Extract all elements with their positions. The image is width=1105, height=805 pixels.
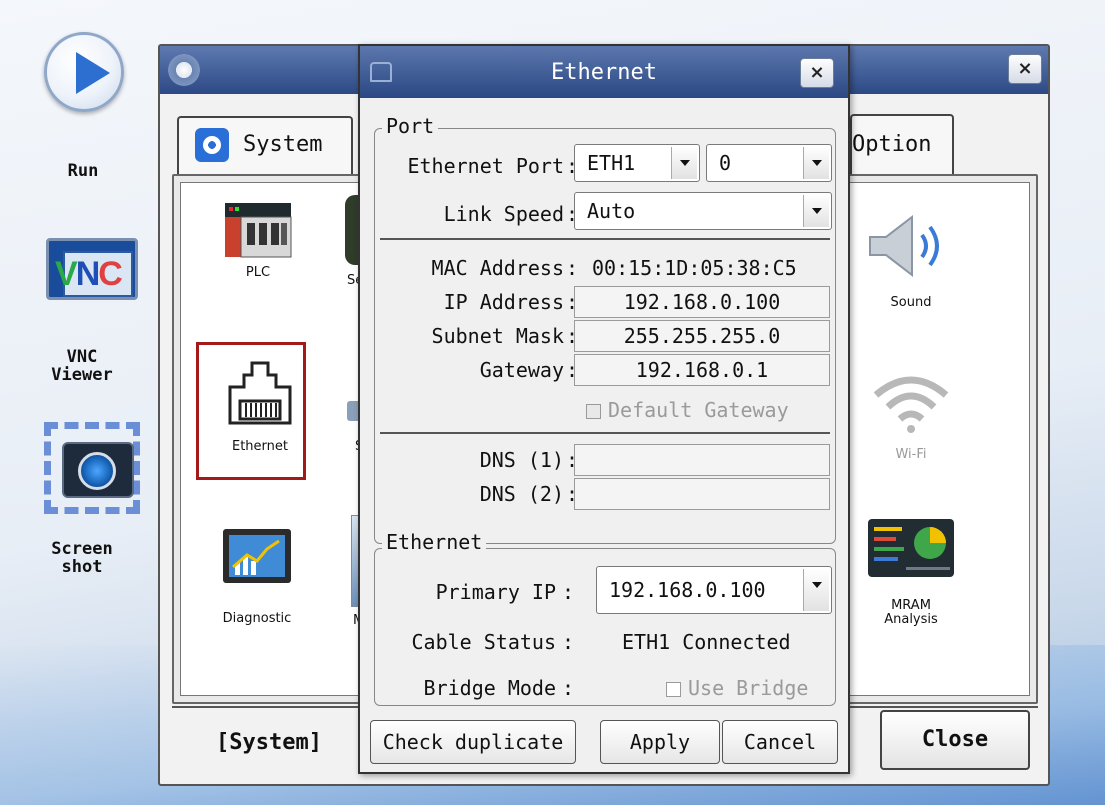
chevron-down-icon [671, 147, 697, 179]
ethernet-dialog: Ethernet × Port Ethernet Port : ETH1 0 L… [358, 44, 850, 774]
mac-address-label: MAC Address [431, 256, 564, 280]
gear-icon [168, 54, 200, 86]
tab-system-label: System [243, 132, 323, 157]
ethernet-port-value: ETH1 [587, 151, 636, 175]
plc-label: PLC [245, 265, 271, 280]
tab-option-label: Option [852, 132, 932, 157]
ip-address-field[interactable]: 192.168.0.100 [574, 286, 830, 318]
ethernet-selection-highlight [196, 342, 306, 480]
port-separator-1 [380, 238, 830, 240]
run-label: Run [67, 161, 99, 181]
wifi-icon [873, 376, 949, 433]
tab-system[interactable]: System [177, 116, 353, 176]
dns1-field[interactable] [574, 444, 830, 476]
vnc-label-line1: VNC [66, 347, 98, 367]
subnet-mask-label: Subnet Mask [431, 324, 564, 348]
run-button[interactable] [44, 32, 124, 112]
mram-analysis-item[interactable]: MRAM Analysis [861, 517, 961, 627]
ethernet-group-legend: Ethernet [382, 530, 487, 554]
vnc-icon-text: VNC [55, 255, 123, 293]
colon: : [566, 256, 579, 280]
wifi-item[interactable]: Wi-Fi [861, 369, 961, 462]
close-button[interactable]: Close [880, 710, 1030, 770]
mram-analysis-icon [868, 519, 954, 577]
ethernet-port-index-select[interactable]: 0 [706, 144, 832, 182]
subnet-mask-field[interactable]: 255.255.255.0 [574, 320, 830, 352]
ethernet-port-label: Ethernet Port [407, 154, 564, 178]
primary-ip-select[interactable]: 192.168.0.100 [596, 566, 832, 614]
primary-ip-label: Primary IP [435, 580, 556, 604]
ip-address-label: IP Address [443, 290, 564, 314]
dialog-title: Ethernet [551, 60, 657, 85]
cable-status-value: ETH1 Connected [622, 630, 791, 654]
screenshot-label-line2: shot [61, 557, 103, 577]
diagnostic-chart-icon [223, 529, 291, 583]
dns2-label: DNS (2) [479, 482, 564, 506]
colon: : [562, 580, 575, 604]
wifi-label: Wi-Fi [895, 447, 927, 462]
play-icon [76, 52, 110, 94]
chevron-down-icon [803, 147, 829, 179]
link-speed-select[interactable]: Auto [574, 192, 832, 230]
sound-label: Sound [890, 295, 932, 310]
screenshot-label-line1: Screen [51, 539, 113, 559]
system-footer-label: [System] [216, 730, 322, 755]
colon: : [562, 630, 575, 654]
dialog-titlebar: Ethernet × [360, 46, 848, 98]
plc-item[interactable]: PLC [203, 199, 313, 280]
mram-analysis-label: MRAM Analysis [884, 598, 938, 627]
dns2-field[interactable] [574, 478, 830, 510]
vnc-label-line2: Viewer [51, 365, 113, 385]
screenshot-button[interactable] [44, 422, 140, 514]
dialog-close-icon[interactable]: × [800, 58, 834, 88]
speaker-icon [869, 214, 939, 278]
use-bridge-label: Use Bridge [688, 676, 809, 700]
gateway-field[interactable]: 192.168.0.1 [574, 354, 830, 386]
system-gear-icon [195, 128, 229, 162]
link-speed-label: Link Speed [443, 202, 564, 226]
launcher-sidebar: Run VNC VNC Viewer Screen shot [0, 0, 150, 805]
chevron-down-icon [803, 569, 829, 611]
cancel-button[interactable]: Cancel [722, 720, 838, 764]
ethernet-port-index-value: 0 [719, 151, 732, 175]
cable-status-label: Cable Status [411, 630, 557, 654]
check-duplicate-button[interactable]: Check duplicate [370, 720, 576, 764]
bridge-mode-label: Bridge Mode [423, 676, 556, 700]
link-speed-value: Auto [587, 199, 636, 223]
vnc-viewer-button[interactable]: VNC [46, 238, 138, 300]
apply-button[interactable]: Apply [600, 720, 720, 764]
camera-icon [62, 442, 134, 498]
default-gateway-checkbox[interactable] [586, 404, 601, 419]
system-window-close-icon[interactable]: × [1008, 54, 1042, 84]
dns1-label: DNS (1) [479, 448, 564, 472]
chevron-down-icon [803, 195, 829, 227]
diagnostic-label: Diagnostic [222, 611, 292, 626]
ethernet-port-select[interactable]: ETH1 [574, 144, 700, 182]
plc-icon [225, 203, 292, 258]
gateway-label: Gateway [479, 358, 564, 382]
port-separator-2 [380, 432, 830, 434]
diagnostic-item[interactable]: Diagnostic [199, 527, 315, 626]
tab-option[interactable]: Option [850, 114, 954, 174]
colon: : [562, 676, 575, 700]
sound-item[interactable]: Sound [861, 213, 961, 310]
default-gateway-label: Default Gateway [608, 398, 789, 422]
port-group-legend: Port [382, 114, 439, 138]
primary-ip-value: 192.168.0.100 [609, 578, 766, 602]
mac-address-value: 00:15:1D:05:38:C5 [592, 256, 797, 280]
use-bridge-checkbox[interactable] [666, 682, 681, 697]
